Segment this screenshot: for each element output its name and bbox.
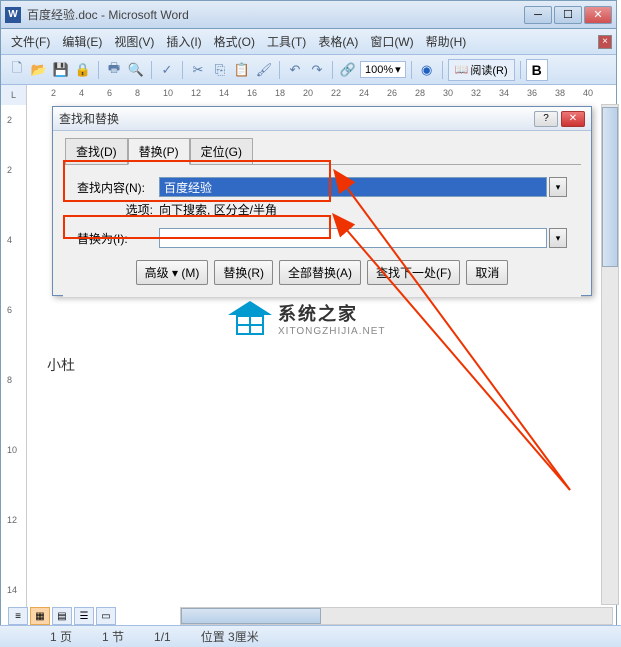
vertical-scrollbar[interactable] [601,104,619,605]
options-label: 选项: [77,201,159,218]
menu-insert[interactable]: 插入(I) [160,30,207,53]
house-icon [230,301,270,337]
find-label: 查找内容(N): [77,179,159,196]
document-text: 小杜 [47,355,596,375]
outline-view-icon[interactable]: ☰ [74,607,94,625]
menu-view[interactable]: 视图(V) [108,30,160,53]
status-page: 1 页 [50,628,72,645]
reading-view-icon[interactable]: ▭ [96,607,116,625]
menu-window[interactable]: 窗口(W) [364,30,419,53]
find-dropdown-icon[interactable]: ▾ [549,177,567,197]
replace-button[interactable]: 替换(R) [214,260,273,285]
minimize-button[interactable]: ─ [524,6,552,24]
print-icon[interactable]: 🖶 [104,60,124,80]
dialog-title: 查找和替换 [59,110,534,127]
paste-icon[interactable]: 📋 [232,60,252,80]
read-mode-button[interactable]: 📖 阅读(R) [448,59,515,81]
save-icon[interactable]: 💾 [51,60,71,80]
menu-help[interactable]: 帮助(H) [420,30,473,53]
hyperlink-icon[interactable]: 🔗 [338,60,358,80]
watermark-logo: 系统之家 XITONGZHIJIA.NET [230,300,386,337]
close-button[interactable]: ✕ [584,6,612,24]
replace-all-button[interactable]: 全部替换(A) [279,260,361,285]
spell-icon[interactable]: ✓ [157,60,177,80]
print-layout-view-icon[interactable]: ▦ [30,607,50,625]
dialog-help-button[interactable]: ? [534,111,558,127]
menu-bar: 文件(F) 编辑(E) 视图(V) 插入(I) 格式(O) 工具(T) 表格(A… [1,29,616,55]
menu-file[interactable]: 文件(F) [5,30,56,53]
copy-icon[interactable]: ⎘ [210,60,230,80]
ruler-corner: L [1,85,27,105]
view-mode-switcher: ≡ ▦ ▤ ☰ ▭ [8,607,116,625]
permission-icon[interactable]: 🔒 [73,60,93,80]
title-bar: W 百度经验.doc - Microsoft Word ─ ☐ ✕ [1,1,616,29]
toolbar: 🗋 📂 💾 🔒 🖶 🔍 ✓ ✂ ⎘ 📋 🖌 ↶ ↷ 🔗 100%▾ ◉ 📖 阅读… [1,55,616,85]
status-position: 位置 3厘米 [201,628,259,645]
horizontal-ruler: L 2 4 6 8 10 12 14 16 18 20 22 24 26 28 … [1,85,616,105]
options-value: 向下搜索, 区分全/半角 [159,201,277,218]
bold-button[interactable]: B [526,59,548,81]
redo-icon[interactable]: ↷ [307,60,327,80]
normal-view-icon[interactable]: ≡ [8,607,28,625]
window-title: 百度经验.doc - Microsoft Word [27,6,524,23]
zoom-combo[interactable]: 100%▾ [360,61,406,78]
web-layout-view-icon[interactable]: ▤ [52,607,72,625]
doc-close-icon[interactable]: × [598,35,612,49]
replace-dropdown-icon[interactable]: ▾ [549,228,567,248]
menu-tools[interactable]: 工具(T) [261,30,312,53]
status-section: 1 节 [102,628,124,645]
cut-icon[interactable]: ✂ [188,60,208,80]
new-icon[interactable]: 🗋 [7,60,27,80]
status-bar: 1 页 1 节 1/1 位置 3厘米 [0,625,621,647]
cancel-button[interactable]: 取消 [466,260,508,285]
find-next-button[interactable]: 查找下一处(F) [367,260,460,285]
find-replace-dialog: 查找和替换 ? ✕ 查找(D) 替换(P) 定位(G) 查找内容(N): 百度经… [52,106,592,296]
more-button[interactable]: 高级 ▾ (M) [136,260,209,285]
logo-cn-text: 系统之家 [278,300,386,326]
format-painter-icon[interactable]: 🖌 [254,60,274,80]
logo-en-text: XITONGZHIJIA.NET [278,326,386,337]
horizontal-scrollbar[interactable] [180,607,613,625]
status-pages: 1/1 [154,630,171,644]
tab-goto[interactable]: 定位(G) [190,138,253,165]
menu-format[interactable]: 格式(O) [208,30,261,53]
dialog-close-button[interactable]: ✕ [561,111,585,127]
tab-find[interactable]: 查找(D) [65,138,128,165]
replace-input[interactable] [159,228,547,248]
word-app-icon: W [5,7,21,23]
dialog-title-bar[interactable]: 查找和替换 ? ✕ [53,107,591,131]
menu-table[interactable]: 表格(A) [312,30,364,53]
undo-icon[interactable]: ↶ [285,60,305,80]
find-input[interactable]: 百度经验 [159,177,547,197]
tab-replace[interactable]: 替换(P) [128,138,190,165]
menu-edit[interactable]: 编辑(E) [56,30,108,53]
help-icon[interactable]: ◉ [417,60,437,80]
open-icon[interactable]: 📂 [29,60,49,80]
vertical-ruler: 2 2 4 6 8 10 12 14 [1,105,27,635]
maximize-button[interactable]: ☐ [554,6,582,24]
preview-icon[interactable]: 🔍 [126,60,146,80]
replace-label: 替换为(I): [77,230,159,247]
